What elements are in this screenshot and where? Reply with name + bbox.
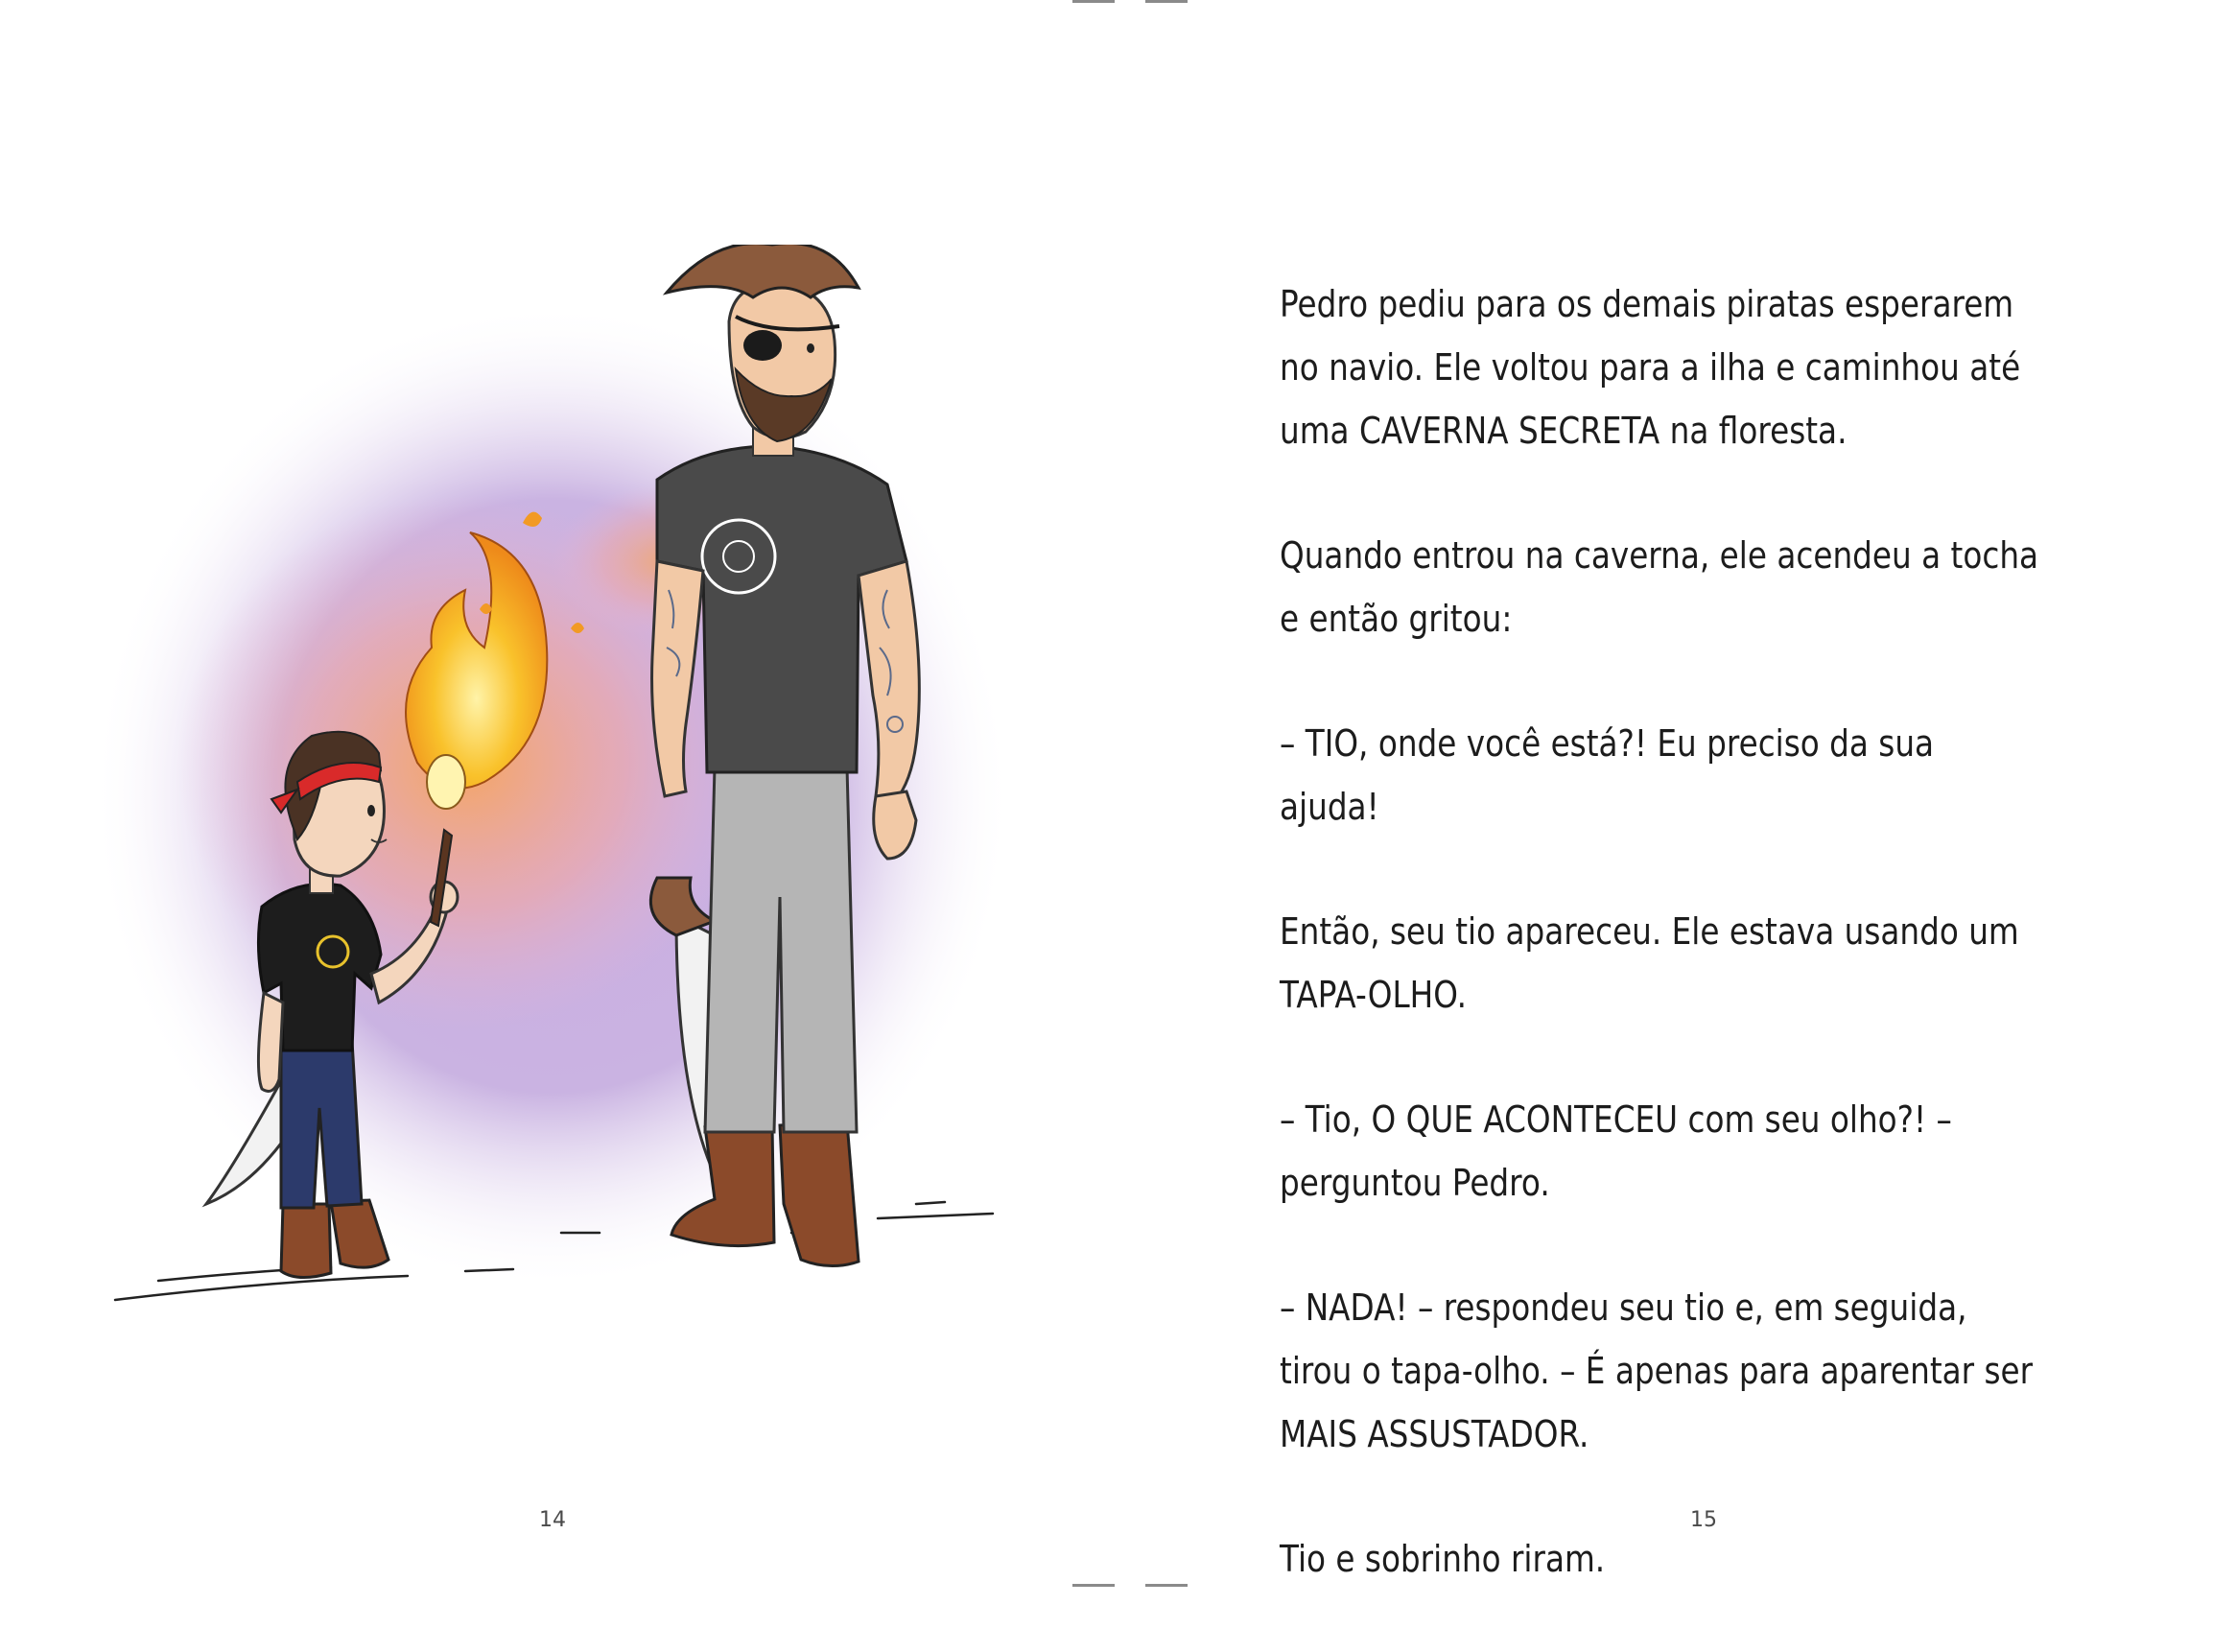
paragraph: Quando entrou na caverna, ele acendeu a … <box>1280 534 2039 640</box>
story-text: Pedro pediu para os demais piratas esper… <box>1280 272 2038 1652</box>
book-spread: 14 Pedro pediu para os demais piratas es… <box>0 0 2236 1587</box>
left-page: 14 <box>0 0 1118 1587</box>
page-number-left: 14 <box>539 1508 566 1532</box>
paragraph: Então, seu tio apareceu. Ele estava usan… <box>1280 910 2019 1016</box>
pirate-illustration <box>101 245 1012 1302</box>
page-number-right: 15 <box>1690 1508 1717 1532</box>
paragraph: – Tio, O QUE ACONTECEU com seu olho?! – … <box>1280 1098 1952 1204</box>
paragraph: Tio e sobrinho riram. <box>1280 1538 1606 1580</box>
paragraph: – TIO, onde você está?! Eu preciso da su… <box>1280 722 1935 828</box>
paragraph: Pedro pediu para os demais piratas esper… <box>1280 283 2021 452</box>
right-page: Pedro pediu para os demais piratas esper… <box>1118 0 2236 1587</box>
paragraph: – NADA! – respondeu seu tio e, em seguid… <box>1280 1286 2034 1455</box>
